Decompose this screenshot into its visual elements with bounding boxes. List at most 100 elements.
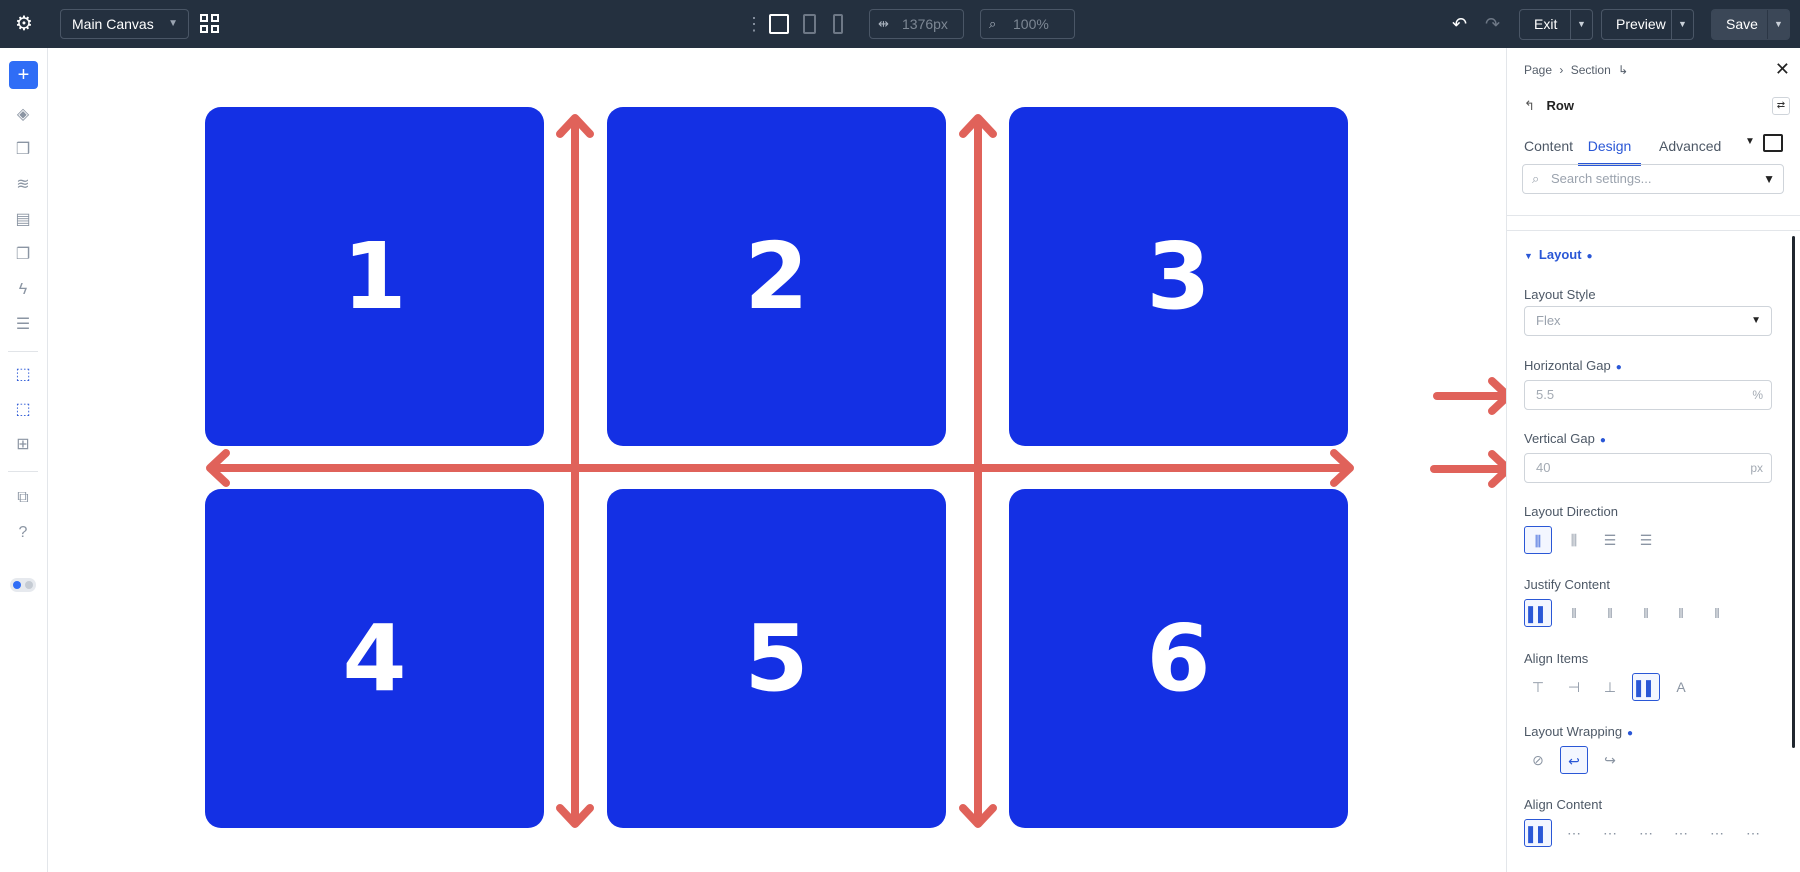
align-content-end-icon[interactable]: ⋯ xyxy=(1632,819,1660,847)
templates-icon[interactable]: ⧉ xyxy=(12,487,34,509)
tab-content[interactable]: Content xyxy=(1524,136,1573,166)
settings-search-input[interactable]: ⌕ Search settings... ▼ xyxy=(1522,164,1784,194)
panel-options-icon[interactable]: ⇄ xyxy=(1772,97,1790,115)
back-arrow-icon[interactable]: ↰ xyxy=(1524,98,1535,113)
database-icon[interactable]: ≋ xyxy=(12,174,34,196)
theme-toggle[interactable] xyxy=(10,578,36,592)
form-icon[interactable]: ▤ xyxy=(12,209,34,231)
more-options-icon[interactable]: ⋮ xyxy=(745,14,763,34)
direction-column-reverse-icon[interactable]: ☰ xyxy=(1632,526,1660,554)
align-content-space-around-icon[interactable]: ⋯ xyxy=(1703,819,1731,847)
select-element-icon[interactable]: ⬚ xyxy=(12,364,34,386)
grid-box-5[interactable]: 5 xyxy=(607,489,946,828)
layout-wrapping-label-text: Layout Wrapping xyxy=(1524,724,1623,739)
grid-box-1[interactable]: 1 xyxy=(205,107,544,446)
tab-advanced[interactable]: Advanced xyxy=(1659,136,1721,166)
exit-label: Exit xyxy=(1534,16,1558,32)
align-content-label: Align Content xyxy=(1524,797,1603,812)
save-chevron-icon[interactable]: ▼ xyxy=(1767,10,1789,39)
modified-dot-icon: ● xyxy=(1586,251,1593,262)
align-end-icon[interactable]: ⊥ xyxy=(1596,673,1624,701)
undo-icon[interactable]: ↶ xyxy=(1452,12,1467,36)
filter-icon[interactable]: ▼ xyxy=(1763,165,1775,193)
align-content-stretch-icon[interactable]: ▌▌ xyxy=(1524,819,1552,847)
modified-dot-icon: ● xyxy=(1599,435,1606,446)
variables-icon[interactable]: ☰ xyxy=(12,314,34,336)
zoom-field[interactable]: ⌕ 100% xyxy=(980,9,1075,39)
help-icon[interactable]: ? xyxy=(12,522,34,544)
align-stretch-icon[interactable]: ▌▌ xyxy=(1632,673,1660,701)
align-items-label: Align Items xyxy=(1524,651,1589,666)
save-button[interactable]: Save ▼ xyxy=(1711,9,1790,40)
wireframe-view-icon[interactable] xyxy=(1763,134,1783,152)
align-content-space-between-icon[interactable]: ⋯ xyxy=(1667,819,1695,847)
settings-panel: Page › Section ↳ ✕ ↰ Row ⇄ Content Desig… xyxy=(1506,48,1800,872)
justify-center-icon[interactable]: ‖ xyxy=(1560,599,1588,627)
no-wrap-icon[interactable]: ⊘ xyxy=(1524,746,1552,774)
interactions-icon[interactable]: ϟ xyxy=(12,279,34,301)
grid-box-4[interactable]: 4 xyxy=(205,489,544,828)
justify-space-evenly-icon[interactable]: ‖ xyxy=(1703,599,1731,627)
pages-icon[interactable]: ❐ xyxy=(12,244,34,266)
grid-box-6[interactable]: 6 xyxy=(1009,489,1348,828)
align-start-icon[interactable]: ⊤ xyxy=(1524,673,1552,701)
justify-start-icon[interactable]: ▌▌ xyxy=(1524,599,1552,627)
phone-view-icon[interactable] xyxy=(833,14,843,34)
desktop-view-icon[interactable] xyxy=(769,14,789,34)
justify-space-around-icon[interactable]: ‖ xyxy=(1667,599,1695,627)
breadcrumb-page[interactable]: Page xyxy=(1524,63,1552,77)
wrap-reverse-icon[interactable]: ↪ xyxy=(1596,746,1624,774)
layout-style-select[interactable]: Flex ▼ xyxy=(1524,306,1772,336)
breadcrumb-section[interactable]: Section xyxy=(1571,63,1611,77)
align-center-icon[interactable]: ⊣ xyxy=(1560,673,1588,701)
add-element-button[interactable]: + xyxy=(9,61,38,89)
canvas-select[interactable]: Main Canvas ▼ xyxy=(60,9,189,39)
align-content-start-icon[interactable]: ⋯ xyxy=(1560,819,1588,847)
tab-more-chevron-icon[interactable]: ▼ xyxy=(1745,136,1755,147)
select-parent-icon[interactable]: ⬚ xyxy=(12,399,34,421)
chevron-down-icon: ▼ xyxy=(1751,315,1761,326)
template-settings-icon[interactable]: ⊞ xyxy=(12,434,34,456)
tablet-view-icon[interactable] xyxy=(803,14,816,34)
vertical-gap-unit[interactable]: px xyxy=(1750,454,1763,482)
tab-design[interactable]: Design xyxy=(1578,136,1641,166)
preview-button[interactable]: Preview ▼ xyxy=(1601,9,1694,40)
justify-end-icon[interactable]: ‖ xyxy=(1596,599,1624,627)
close-icon[interactable]: ✕ xyxy=(1775,59,1790,80)
modified-dot-icon: ● xyxy=(1615,362,1622,373)
layout-style-label: Layout Style xyxy=(1524,287,1596,302)
align-content-space-evenly-icon[interactable]: ⋯ xyxy=(1739,819,1767,847)
direction-row-icon[interactable]: ⫼ xyxy=(1524,526,1552,554)
horizontal-gap-unit[interactable]: % xyxy=(1752,381,1763,409)
section-divider xyxy=(1507,230,1800,231)
exit-chevron-icon[interactable]: ▼ xyxy=(1570,10,1592,39)
horizontal-gap-value: 5.5 xyxy=(1536,387,1555,402)
exit-button[interactable]: Exit ▼ xyxy=(1519,9,1593,40)
layers-icon[interactable]: ◈ xyxy=(12,104,34,126)
sidebar-divider xyxy=(8,351,38,352)
horizontal-gap-input[interactable]: 5.5 % xyxy=(1524,380,1772,410)
layout-direction-options: ⫼ ⫼ ☰ ☰ xyxy=(1524,526,1664,556)
modified-dot-icon: ● xyxy=(1627,728,1634,739)
wrap-icon[interactable]: ↩ xyxy=(1560,746,1588,774)
grid-icon[interactable] xyxy=(200,14,220,34)
justify-space-between-icon[interactable]: ‖ xyxy=(1632,599,1660,627)
zoom-value: 100% xyxy=(1013,16,1049,32)
align-content-options: ▌▌ ⋯ ⋯ ⋯ ⋯ ⋯ ⋯ xyxy=(1524,819,1774,849)
preview-chevron-icon[interactable]: ▼ xyxy=(1671,10,1693,39)
align-content-center-icon[interactable]: ⋯ xyxy=(1596,819,1624,847)
align-baseline-icon[interactable]: A xyxy=(1667,673,1695,701)
vertical-gap-input[interactable]: 40 px xyxy=(1524,453,1772,483)
design-library-icon[interactable]: ❒ xyxy=(12,139,34,161)
panel-scrollbar[interactable] xyxy=(1792,236,1795,748)
direction-column-icon[interactable]: ☰ xyxy=(1596,526,1624,554)
canvas-width-field[interactable]: ⇹ 1376px xyxy=(869,9,964,39)
layout-section-header[interactable]: ▼ Layout ● xyxy=(1524,247,1593,262)
grid-box-2[interactable]: 2 xyxy=(607,107,946,446)
grid-box-3[interactable]: 3 xyxy=(1009,107,1348,446)
top-toolbar: ⚙ Main Canvas ▼ ⋮ ⇹ 1376px ⌕ 100% ↶ ↷ Ex… xyxy=(0,0,1800,48)
redo-icon[interactable]: ↷ xyxy=(1485,12,1500,36)
preview-label: Preview xyxy=(1616,16,1666,32)
settings-gear-icon[interactable]: ⚙ xyxy=(12,12,36,36)
direction-row-reverse-icon[interactable]: ⫼ xyxy=(1560,526,1588,554)
